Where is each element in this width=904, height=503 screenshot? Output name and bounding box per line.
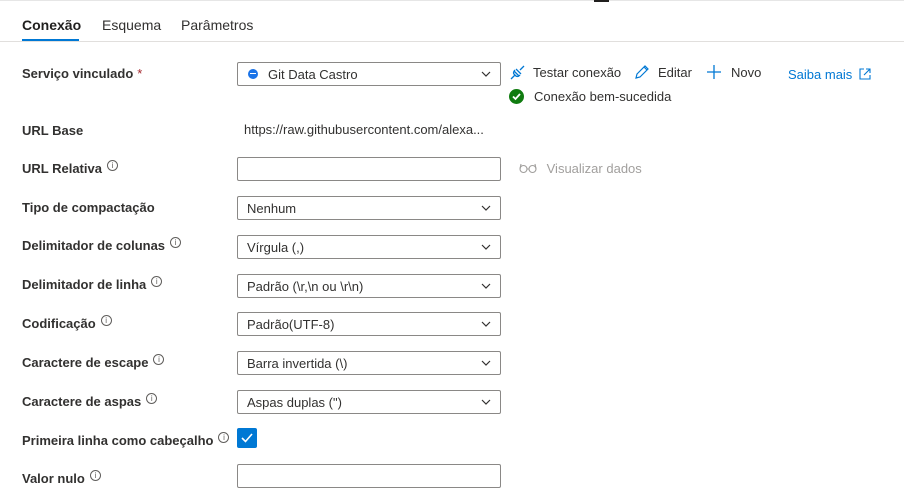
- external-link-icon: [859, 68, 871, 80]
- chevron-down-icon: [481, 283, 491, 289]
- info-icon[interactable]: i: [100, 315, 112, 326]
- new-button[interactable]: Novo: [707, 65, 761, 81]
- info-icon[interactable]: i: [170, 237, 182, 248]
- linked-service-value: Git Data Castro: [268, 67, 358, 82]
- row-delimiter-label: Delimitador de linha i: [22, 276, 163, 293]
- edit-label: Editar: [658, 65, 692, 80]
- chevron-down-icon: [481, 321, 491, 327]
- base-url-value: https://raw.githubusercontent.com/alexa.…: [244, 122, 484, 137]
- globe-icon: [248, 69, 258, 79]
- null-value-label: Valor nulo i: [22, 470, 101, 487]
- info-icon[interactable]: i: [153, 354, 165, 365]
- escape-char-label: Caractere de escape i: [22, 354, 165, 371]
- connection-status-text: Conexão bem-sucedida: [534, 89, 672, 104]
- learn-more-link[interactable]: Saiba mais: [788, 67, 871, 82]
- info-icon[interactable]: i: [151, 276, 163, 287]
- escape-char-select[interactable]: Barra invertida (\): [237, 351, 501, 375]
- linked-service-label: Serviço vinculado *: [22, 66, 143, 81]
- learn-more-label: Saiba mais: [788, 67, 853, 82]
- encoding-value: Padrão(UTF-8): [247, 317, 335, 332]
- glasses-icon: [519, 163, 537, 174]
- first-row-header-checkbox[interactable]: [237, 428, 257, 448]
- quote-char-value: Aspas duplas ("): [247, 395, 342, 410]
- tab-conexao[interactable]: Conexão: [22, 16, 81, 34]
- chevron-down-icon: [481, 205, 491, 211]
- base-url-label: URL Base: [22, 123, 84, 138]
- compression-select[interactable]: Nenhum: [237, 196, 501, 220]
- quote-char-select[interactable]: Aspas duplas ("): [237, 390, 501, 414]
- info-icon[interactable]: i: [106, 160, 118, 171]
- row-delimiter-select[interactable]: Padrão (\r,\n ou \r\n): [237, 274, 501, 298]
- info-icon[interactable]: i: [146, 393, 158, 404]
- plug-icon: [510, 65, 525, 80]
- relative-url-input[interactable]: [237, 157, 501, 181]
- info-icon[interactable]: i: [89, 470, 101, 481]
- drag-handle[interactable]: [594, 0, 609, 2]
- check-circle-icon: [509, 89, 524, 104]
- chevron-down-icon: [481, 71, 491, 77]
- checkmark-icon: [241, 433, 253, 443]
- column-delimiter-value: Vírgula (,): [247, 240, 305, 255]
- relative-url-label: URL Relativa i: [22, 160, 118, 177]
- tab-parametros[interactable]: Parâmetros: [181, 16, 253, 34]
- top-border: [0, 0, 904, 1]
- edit-button[interactable]: Editar: [634, 65, 692, 81]
- first-row-header-label: Primeira linha como cabeçalho i: [22, 432, 230, 449]
- tabs-divider: [0, 41, 904, 42]
- tab-esquema[interactable]: Esquema: [102, 16, 161, 34]
- preview-data-button[interactable]: Visualizar dados: [519, 161, 642, 176]
- compression-value: Nenhum: [247, 201, 297, 216]
- null-value-input[interactable]: [237, 464, 501, 488]
- chevron-down-icon: [481, 360, 491, 366]
- info-icon[interactable]: i: [218, 432, 230, 443]
- encoding-select[interactable]: Padrão(UTF-8): [237, 312, 501, 336]
- column-delimiter-label: Delimitador de colunas i: [22, 237, 182, 254]
- chevron-down-icon: [481, 399, 491, 405]
- new-label: Novo: [731, 65, 762, 80]
- chevron-down-icon: [481, 244, 491, 250]
- row-delimiter-value: Padrão (\r,\n ou \r\n): [247, 279, 364, 294]
- column-delimiter-select[interactable]: Vírgula (,): [237, 235, 501, 259]
- encoding-label: Codificação i: [22, 315, 112, 332]
- quote-char-label: Caractere de aspas i: [22, 393, 158, 410]
- required-mark: *: [137, 66, 143, 81]
- test-connection-label: Testar conexão: [533, 65, 622, 80]
- linked-service-select[interactable]: Git Data Castro: [237, 62, 501, 86]
- connection-status: Conexão bem-sucedida: [509, 89, 671, 105]
- test-connection-button[interactable]: Testar conexão: [509, 65, 621, 81]
- escape-char-value: Barra invertida (\): [247, 356, 348, 371]
- preview-data-label: Visualizar dados: [546, 161, 642, 176]
- compression-label: Tipo de compactação: [22, 200, 155, 215]
- plus-icon: [707, 65, 721, 79]
- pencil-icon: [635, 65, 649, 79]
